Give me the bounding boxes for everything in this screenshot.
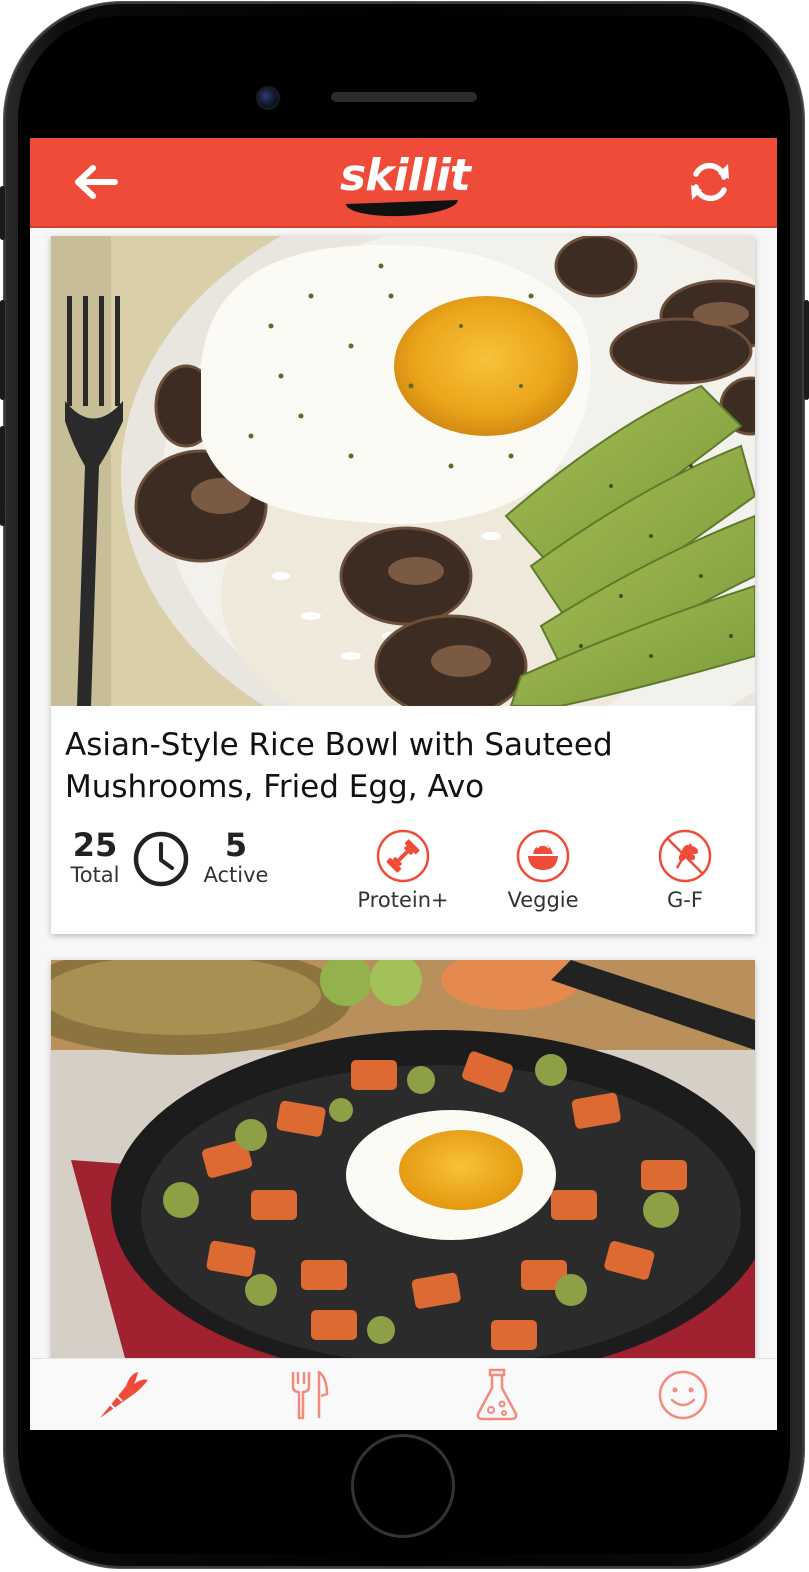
front-camera (256, 86, 280, 110)
volume-down-button (0, 426, 5, 526)
tag-gluten-free[interactable]: G-F (625, 828, 745, 912)
recipe-photo (51, 236, 755, 706)
back-button[interactable] (70, 162, 122, 202)
total-time-value: 25 (72, 826, 118, 864)
active-time: 5 Active (201, 828, 271, 888)
clock-icon (133, 831, 189, 887)
nav-tab-recipes[interactable] (279, 1367, 339, 1423)
recipe-card[interactable]: Asian-Style Rice Bowl with Sauteed Mushr… (51, 236, 755, 934)
logo-swoosh (345, 200, 459, 218)
flask-icon (476, 1368, 518, 1421)
nav-tab-lab[interactable] (467, 1367, 527, 1423)
power-button (804, 300, 809, 400)
recipe-card[interactable] (51, 960, 755, 1358)
active-time-label: Active (203, 863, 269, 887)
mute-switch (0, 186, 5, 240)
tag-protein[interactable]: Protein+ (343, 828, 463, 912)
bottom-nav (30, 1358, 777, 1430)
nav-tab-ingredients[interactable] (93, 1367, 153, 1423)
dumbbell-icon (376, 829, 430, 883)
smiley-icon (658, 1370, 708, 1420)
home-button[interactable] (351, 1434, 455, 1538)
top-bar: skillit (30, 138, 777, 228)
recipe-title[interactable]: Asian-Style Rice Bowl with Sauteed Mushr… (65, 724, 745, 808)
recipe-photo (51, 960, 755, 1358)
tag-veggie[interactable]: Veggie (483, 828, 603, 912)
nav-tab-profile[interactable] (653, 1367, 713, 1423)
total-time-label: Total (70, 863, 120, 887)
earpiece-speaker (331, 92, 477, 102)
total-time: 25 Total (65, 828, 125, 888)
active-time-value: 5 (224, 826, 248, 864)
arrow-left-icon (75, 165, 118, 199)
fork-knife-icon (291, 1370, 329, 1420)
app-logo: skillit (340, 148, 471, 220)
refresh-icon (691, 162, 729, 202)
tag-veggie-label: Veggie (507, 888, 579, 912)
carrot-icon (100, 1372, 148, 1418)
app-screen: skillit Asian-Style Rice Bowl with Saute… (30, 138, 777, 1430)
refresh-button[interactable] (684, 156, 736, 208)
bowl-icon (516, 829, 570, 883)
recipe-feed[interactable]: Asian-Style Rice Bowl with Sauteed Mushr… (30, 228, 777, 1358)
tag-gluten-free-label: G-F (667, 888, 703, 912)
tag-protein-label: Protein+ (357, 888, 449, 912)
no-wheat-icon (658, 829, 712, 883)
logo-text: skillit (340, 150, 471, 201)
volume-up-button (0, 300, 5, 400)
